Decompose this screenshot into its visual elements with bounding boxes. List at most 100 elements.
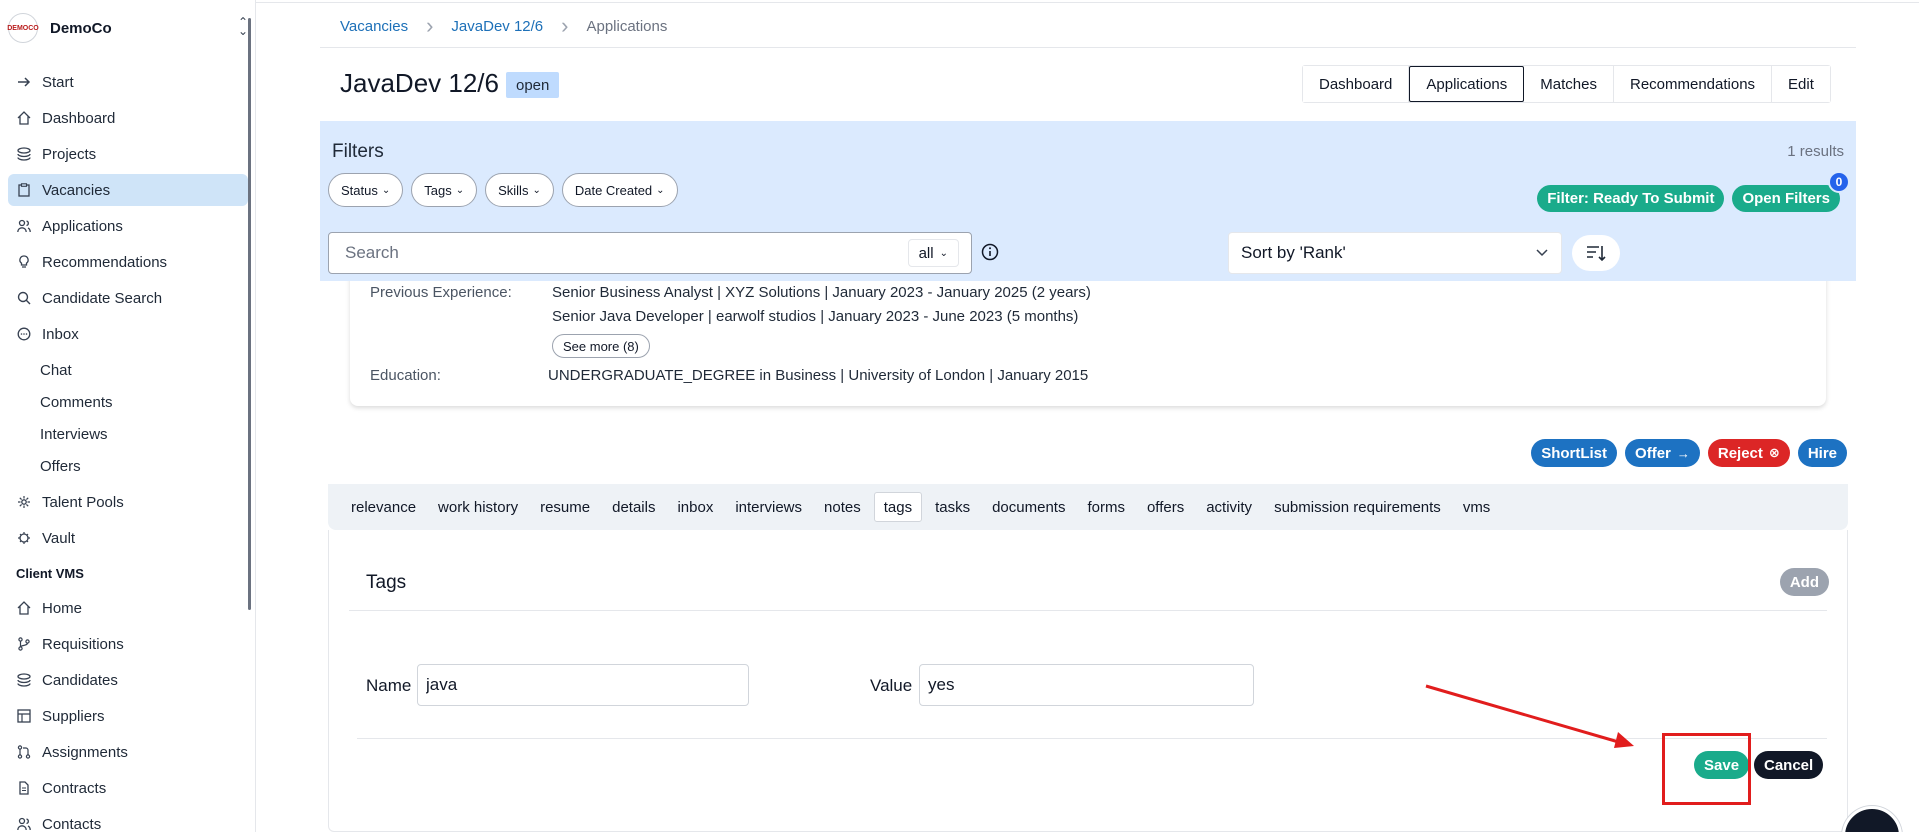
tab-offers[interactable]: offers <box>1138 492 1193 522</box>
arrow-right-icon <box>16 74 32 90</box>
sidebar-item-label: Start <box>42 73 74 91</box>
chevron-right-icon: › <box>426 13 434 38</box>
sidebar-item-inbox[interactable]: Inbox <box>8 318 248 350</box>
filter-ready-to-submit-button[interactable]: Filter: Ready To Submit <box>1537 185 1725 212</box>
sidebar-scrollbar[interactable] <box>248 18 251 610</box>
sidebar-item-candidates[interactable]: Candidates <box>8 664 248 696</box>
breadcrumb-current: Applications <box>586 17 668 35</box>
sidebar-item-label: Requisitions <box>42 635 124 653</box>
breadcrumb: Vacancies › JavaDev 12/6 › Applications <box>340 13 668 38</box>
sidebar-group-client-vms: Client VMS <box>16 565 84 581</box>
breadcrumb-divider <box>320 47 1856 48</box>
chat-widget-button[interactable] <box>1842 806 1902 832</box>
sidebar-item-applications[interactable]: Applications <box>8 210 248 242</box>
tab-edit[interactable]: Edit <box>1772 66 1830 102</box>
view-tabs: Dashboard Applications Matches Recommend… <box>1302 65 1831 103</box>
sidebar-item-candidate-search[interactable]: Candidate Search <box>8 282 248 314</box>
open-filters-button[interactable]: Open Filters 0 <box>1732 171 1850 212</box>
tab-tags[interactable]: tags <box>873 492 923 522</box>
git-branch-icon <box>16 636 32 652</box>
layers-icon <box>16 146 32 162</box>
tab-resume[interactable]: resume <box>531 492 599 522</box>
search-input[interactable] <box>329 233 908 273</box>
tab-work-history[interactable]: work history <box>429 492 527 522</box>
offer-button[interactable]: Offer → <box>1625 439 1700 467</box>
filter-skills-dropdown[interactable]: Skills ⌄ <box>485 173 554 207</box>
users-icon <box>16 218 32 234</box>
tag-name-input[interactable] <box>417 664 749 706</box>
shortlist-button[interactable]: ShortList <box>1531 439 1618 467</box>
pool-icon <box>16 494 32 510</box>
see-more-button[interactable]: See more (8) <box>552 334 650 358</box>
info-icon[interactable] <box>980 242 1000 262</box>
sidebar-item-assignments[interactable]: Assignments <box>8 736 248 768</box>
tab-notes[interactable]: notes <box>815 492 870 522</box>
vault-icon <box>16 530 32 546</box>
tab-dashboard[interactable]: Dashboard <box>1303 66 1410 102</box>
status-badge: open <box>506 72 560 98</box>
sidebar-item-label: Projects <box>42 145 97 163</box>
sidebar-subitem-offers[interactable]: Offers <box>8 450 248 482</box>
sidebar-item-label: Vault <box>42 529 76 547</box>
tab-inbox[interactable]: inbox <box>668 492 722 522</box>
top-divider <box>256 2 1919 3</box>
tab-details[interactable]: details <box>603 492 664 522</box>
sidebar-item-vault[interactable]: Vault <box>8 522 248 554</box>
sidebar-subitem-interviews[interactable]: Interviews <box>8 418 248 450</box>
sidebar-item-contacts[interactable]: Contacts <box>8 808 248 832</box>
annotation-arrow <box>1425 684 1634 748</box>
sidebar-item-contracts[interactable]: Contracts <box>8 772 248 804</box>
tab-tasks[interactable]: tasks <box>926 492 979 522</box>
filter-date-created-dropdown[interactable]: Date Created ⌄ <box>561 173 678 207</box>
sidebar-item-label: Applications <box>42 217 123 235</box>
sidebar-item-recommendations[interactable]: Recommendations <box>8 246 248 278</box>
tab-interviews[interactable]: interviews <box>726 492 811 522</box>
chevron-down-icon: ⌄ <box>381 184 391 196</box>
tag-value-input[interactable] <box>919 664 1254 706</box>
chevron-up-down-icon[interactable]: ⌃ ⌄ <box>238 16 248 37</box>
tab-relevance[interactable]: relevance <box>342 492 425 522</box>
sidebar-item-suppliers[interactable]: Suppliers <box>8 700 248 732</box>
sidebar-item-home[interactable]: Home <box>8 592 248 624</box>
sidebar-item-projects[interactable]: Projects <box>8 138 248 170</box>
tab-submission-requirements[interactable]: submission requirements <box>1265 492 1450 522</box>
sort-direction-button[interactable] <box>1572 235 1620 271</box>
reject-button[interactable]: Reject ⊗ <box>1707 439 1790 467</box>
sidebar-item-talent-pools[interactable]: Talent Pools <box>8 486 248 518</box>
cancel-button[interactable]: Cancel <box>1754 751 1824 779</box>
sidebar-subitem-chat[interactable]: Chat <box>8 354 248 386</box>
previous-experience-label: Previous Experience: <box>370 284 512 301</box>
add-tag-button[interactable]: Add <box>1779 568 1829 596</box>
hire-button[interactable]: Hire <box>1797 439 1847 467</box>
filter-status-dropdown[interactable]: Status ⌄ <box>328 173 404 207</box>
tab-recommendations[interactable]: Recommendations <box>1613 66 1773 102</box>
git-pull-icon <box>16 744 32 760</box>
sidebar-item-label: Recommendations <box>42 253 168 271</box>
tab-forms[interactable]: forms <box>1078 492 1134 522</box>
tab-vms[interactable]: vms <box>1454 492 1500 522</box>
chip-label: Status <box>341 182 378 198</box>
tab-applications[interactable]: Applications <box>1409 66 1525 102</box>
sidebar: DEMOCO DemoCo ⌃ ⌄ Start Dashboard Project… <box>0 0 256 832</box>
chevron-right-icon: › <box>561 13 569 38</box>
sort-select[interactable]: Sort by 'Rank' <box>1228 232 1562 274</box>
sidebar-item-requisitions[interactable]: Requisitions <box>8 628 248 660</box>
search-scope-select[interactable]: all ⌄ <box>907 239 959 267</box>
search-icon <box>16 290 32 306</box>
sidebar-item-start[interactable]: Start <box>8 66 248 98</box>
home-icon <box>16 600 32 616</box>
tab-activity[interactable]: activity <box>1197 492 1261 522</box>
breadcrumb-vacancy[interactable]: JavaDev 12/6 <box>451 18 543 35</box>
breadcrumb-vacancies[interactable]: Vacancies <box>340 18 408 35</box>
sidebar-item-dashboard[interactable]: Dashboard <box>8 102 248 134</box>
users-icon <box>16 816 32 832</box>
tab-documents[interactable]: documents <box>983 492 1074 522</box>
sidebar-subitem-comments[interactable]: Comments <box>8 386 248 418</box>
filter-tags-dropdown[interactable]: Tags ⌄ <box>411 173 478 207</box>
clipboard-icon <box>16 182 32 198</box>
tab-matches[interactable]: Matches <box>1524 66 1614 102</box>
sidebar-item-vacancies[interactable]: Vacancies <box>8 174 248 206</box>
x-circle-icon: ⊗ <box>1768 445 1780 460</box>
org-switcher[interactable]: DEMOCO DemoCo ⌃ ⌄ <box>7 12 248 44</box>
sidebar-item-label: Inbox <box>42 325 79 343</box>
